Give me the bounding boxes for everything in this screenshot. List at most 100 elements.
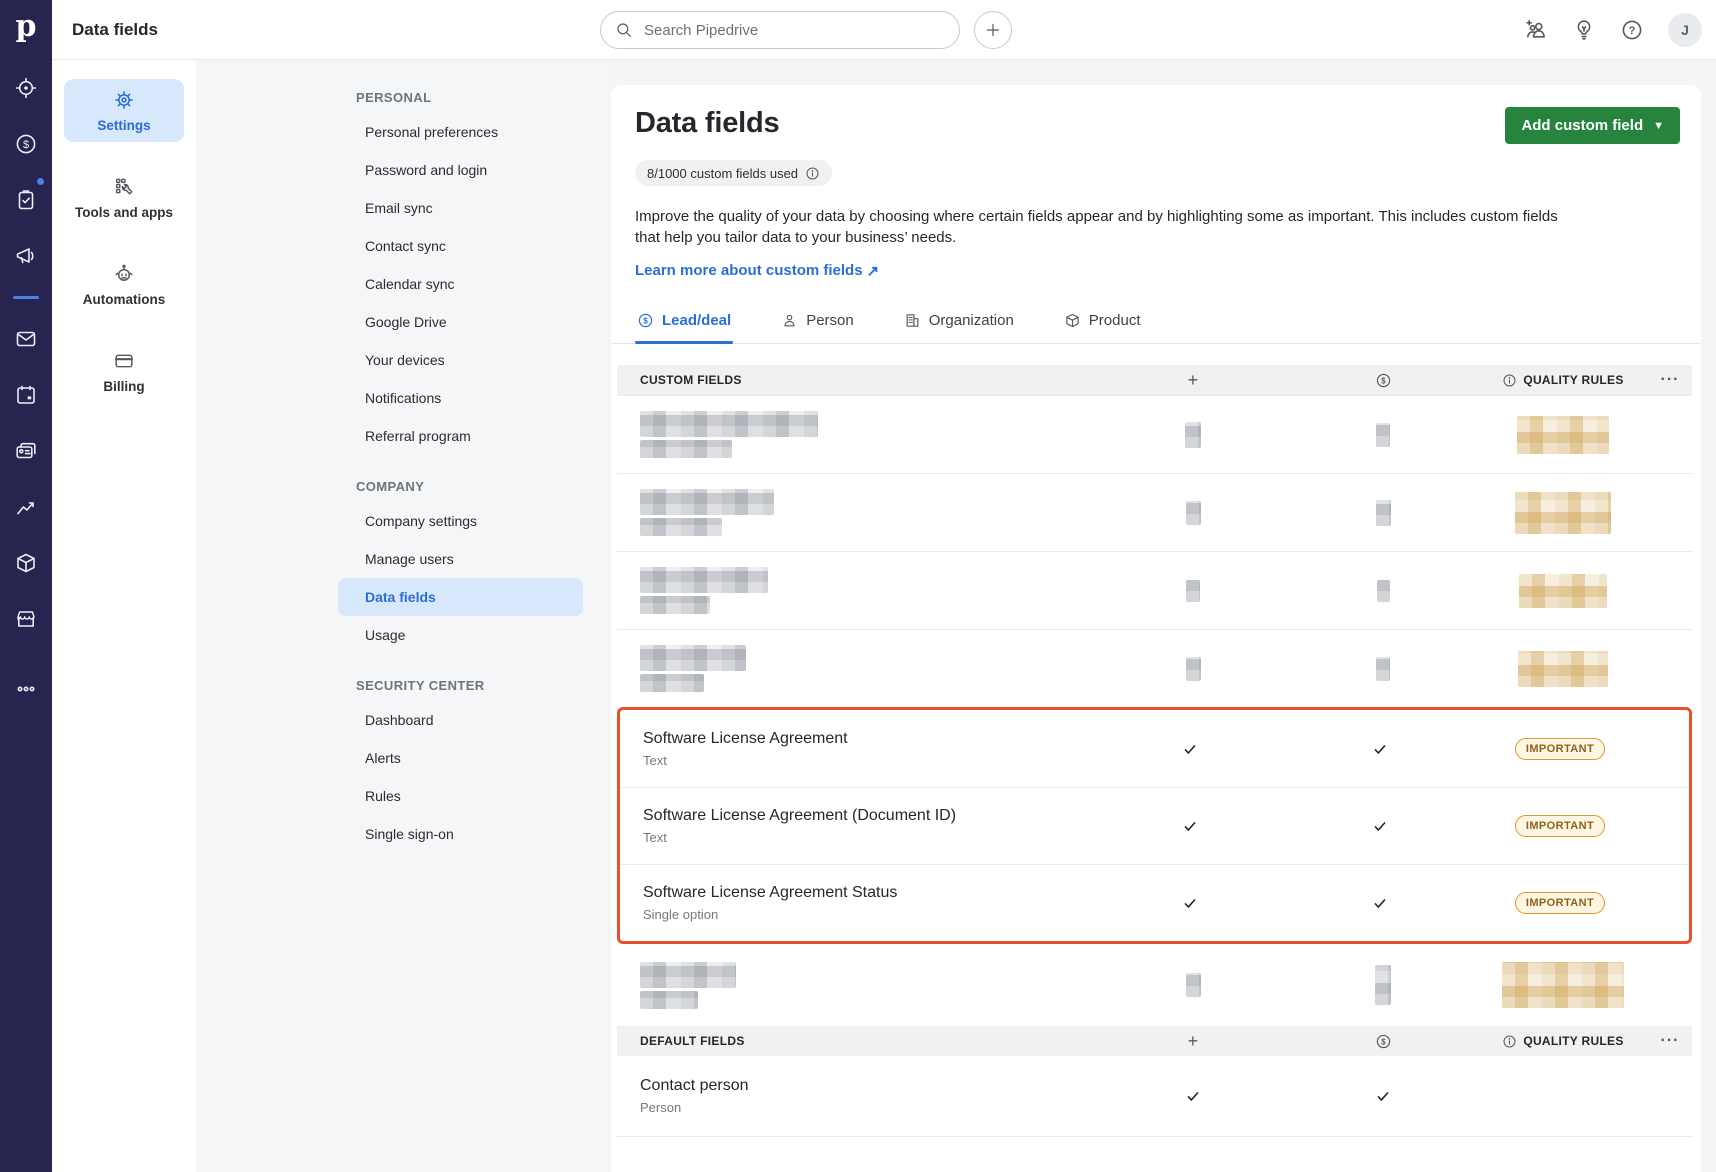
deal-column-check[interactable] bbox=[1285, 818, 1475, 834]
field-type: Text bbox=[643, 830, 1095, 845]
nav-item-alerts[interactable]: Alerts bbox=[338, 739, 583, 777]
help-icon[interactable]: ? bbox=[1620, 18, 1644, 42]
nav-item-data-fields[interactable]: Data fields bbox=[338, 578, 583, 616]
quality-rules-header[interactable]: QUALITY RULES bbox=[1478, 373, 1648, 388]
nav-item-password-and-login[interactable]: Password and login bbox=[338, 151, 583, 189]
add-column-check[interactable] bbox=[1095, 818, 1285, 834]
nav-item-contact-sync[interactable]: Contact sync bbox=[338, 227, 583, 265]
robot-icon bbox=[113, 263, 135, 285]
deal-column-icon[interactable]: $ bbox=[1288, 1033, 1478, 1050]
redacted-badge bbox=[1518, 651, 1608, 687]
check-icon bbox=[1185, 1088, 1201, 1104]
add-custom-field-button[interactable]: Add custom field ▼ bbox=[1505, 107, 1680, 144]
mail-envelope-icon[interactable] bbox=[0, 311, 52, 367]
table-row-software-license-agreement-document-id[interactable]: Software License Agreement (Document ID)… bbox=[620, 787, 1689, 864]
custom-fields-header-label: CUSTOM FIELDS bbox=[617, 373, 1098, 387]
table-row-redacted[interactable] bbox=[617, 629, 1692, 707]
nav-item-your-devices[interactable]: Your devices bbox=[338, 341, 583, 379]
add-column-check[interactable] bbox=[1098, 1088, 1288, 1104]
tab-lead-deal[interactable]: $ Lead/deal bbox=[635, 312, 733, 343]
deals-dollar-icon[interactable]: $ bbox=[0, 116, 52, 172]
pipedrive-logo[interactable]: p bbox=[0, 0, 52, 54]
add-column-check[interactable] bbox=[1095, 741, 1285, 757]
redacted-cell bbox=[1376, 657, 1390, 681]
redacted-cell bbox=[1377, 580, 1390, 602]
learn-more-link[interactable]: Learn more about custom fields ↗ bbox=[635, 262, 879, 280]
nav-item-rules[interactable]: Rules bbox=[338, 777, 583, 815]
nav-item-usage[interactable]: Usage bbox=[338, 616, 583, 654]
redacted-field-type bbox=[640, 440, 732, 458]
nav-item-google-drive[interactable]: Google Drive bbox=[338, 303, 583, 341]
redacted-field-name bbox=[640, 567, 768, 593]
invite-users-icon[interactable] bbox=[1524, 18, 1548, 42]
check-icon bbox=[1182, 895, 1198, 911]
settings-nav: PERSONAL Personal preferences Password a… bbox=[196, 60, 611, 1172]
field-type: Single option bbox=[643, 907, 1095, 922]
table-row-redacted[interactable] bbox=[617, 551, 1692, 629]
calendar-icon[interactable] bbox=[0, 367, 52, 423]
nav-item-company-settings[interactable]: Company settings bbox=[338, 502, 583, 540]
search-input[interactable] bbox=[642, 21, 945, 40]
table-row-software-license-agreement[interactable]: Software License Agreement Text IMPORTAN… bbox=[620, 710, 1689, 787]
products-box-icon[interactable] bbox=[0, 535, 52, 591]
gear-icon bbox=[113, 89, 135, 111]
header-more-options[interactable]: ··· bbox=[1648, 371, 1692, 389]
nav-item-email-sync[interactable]: Email sync bbox=[338, 189, 583, 227]
tips-lightbulb-icon[interactable] bbox=[1572, 18, 1596, 42]
deal-column-check[interactable] bbox=[1285, 895, 1475, 911]
tab-organization[interactable]: Organization bbox=[902, 312, 1016, 343]
sidebar-item-billing[interactable]: Billing bbox=[64, 340, 184, 403]
content-title: Data fields bbox=[635, 107, 779, 140]
table-row-redacted[interactable] bbox=[617, 395, 1692, 473]
redacted-cell bbox=[1186, 501, 1201, 525]
sidebar-item-label: Tools and apps bbox=[64, 205, 184, 220]
table-row-software-license-agreement-status[interactable]: Software License Agreement Status Single… bbox=[620, 864, 1689, 941]
add-column-check[interactable] bbox=[1095, 895, 1285, 911]
organization-building-icon bbox=[904, 312, 921, 329]
sidebar-item-automations[interactable]: Automations bbox=[64, 253, 184, 316]
table-row-redacted[interactable] bbox=[617, 944, 1692, 1026]
tab-product[interactable]: Product bbox=[1062, 312, 1143, 343]
nav-item-manage-users[interactable]: Manage users bbox=[338, 540, 583, 578]
svg-text:$: $ bbox=[643, 317, 648, 326]
settings-sidebar: Settings Tools and apps Automations Bill… bbox=[52, 60, 196, 1172]
deal-column-check[interactable] bbox=[1285, 741, 1475, 757]
table-row-contact-person[interactable]: Contact person Person bbox=[617, 1056, 1692, 1136]
more-options-icon[interactable] bbox=[0, 661, 52, 717]
deal-column-check[interactable] bbox=[1288, 1088, 1478, 1104]
tools-grid-wrench-icon bbox=[113, 176, 135, 198]
deal-column-icon[interactable]: $ bbox=[1288, 372, 1478, 389]
svg-text:$: $ bbox=[23, 139, 29, 151]
field-name: Software License Agreement (Document ID) bbox=[643, 807, 1095, 825]
tab-person[interactable]: Person bbox=[779, 312, 856, 343]
nav-item-dashboard[interactable]: Dashboard bbox=[338, 701, 583, 739]
redacted-cell bbox=[1186, 580, 1200, 602]
nav-item-calendar-sync[interactable]: Calendar sync bbox=[338, 265, 583, 303]
nav-item-referral-program[interactable]: Referral program bbox=[338, 417, 583, 455]
table-row-redacted[interactable] bbox=[617, 473, 1692, 551]
field-type: Text bbox=[643, 753, 1095, 768]
add-column-button[interactable]: + bbox=[1098, 1031, 1288, 1052]
quick-add-button[interactable] bbox=[974, 11, 1012, 49]
custom-fields-usage-badge[interactable]: 8/1000 custom fields used bbox=[635, 160, 832, 186]
activities-clipboard-icon[interactable] bbox=[0, 172, 52, 228]
sidebar-item-label: Automations bbox=[64, 292, 184, 307]
redacted-field-type bbox=[640, 674, 704, 692]
nav-item-single-sign-on[interactable]: Single sign-on bbox=[338, 815, 583, 853]
campaigns-megaphone-icon[interactable] bbox=[0, 228, 52, 284]
add-column-button[interactable]: + bbox=[1098, 370, 1288, 391]
sidebar-item-tools-and-apps[interactable]: Tools and apps bbox=[64, 166, 184, 229]
quality-rules-header[interactable]: QUALITY RULES bbox=[1478, 1034, 1648, 1049]
insights-chart-icon[interactable] bbox=[0, 479, 52, 535]
nav-item-personal-preferences[interactable]: Personal preferences bbox=[338, 113, 583, 151]
user-avatar[interactable]: J bbox=[1668, 13, 1702, 47]
header-more-options[interactable]: ··· bbox=[1648, 1032, 1692, 1050]
redacted-field-name bbox=[640, 411, 818, 437]
marketplace-store-icon[interactable] bbox=[0, 591, 52, 647]
nav-item-notifications[interactable]: Notifications bbox=[338, 379, 583, 417]
leads-target-icon[interactable] bbox=[0, 60, 52, 116]
svg-text:?: ? bbox=[1629, 25, 1636, 37]
search-bar[interactable] bbox=[600, 11, 960, 49]
sidebar-item-settings[interactable]: Settings bbox=[64, 79, 184, 142]
contacts-cards-icon[interactable] bbox=[0, 423, 52, 479]
